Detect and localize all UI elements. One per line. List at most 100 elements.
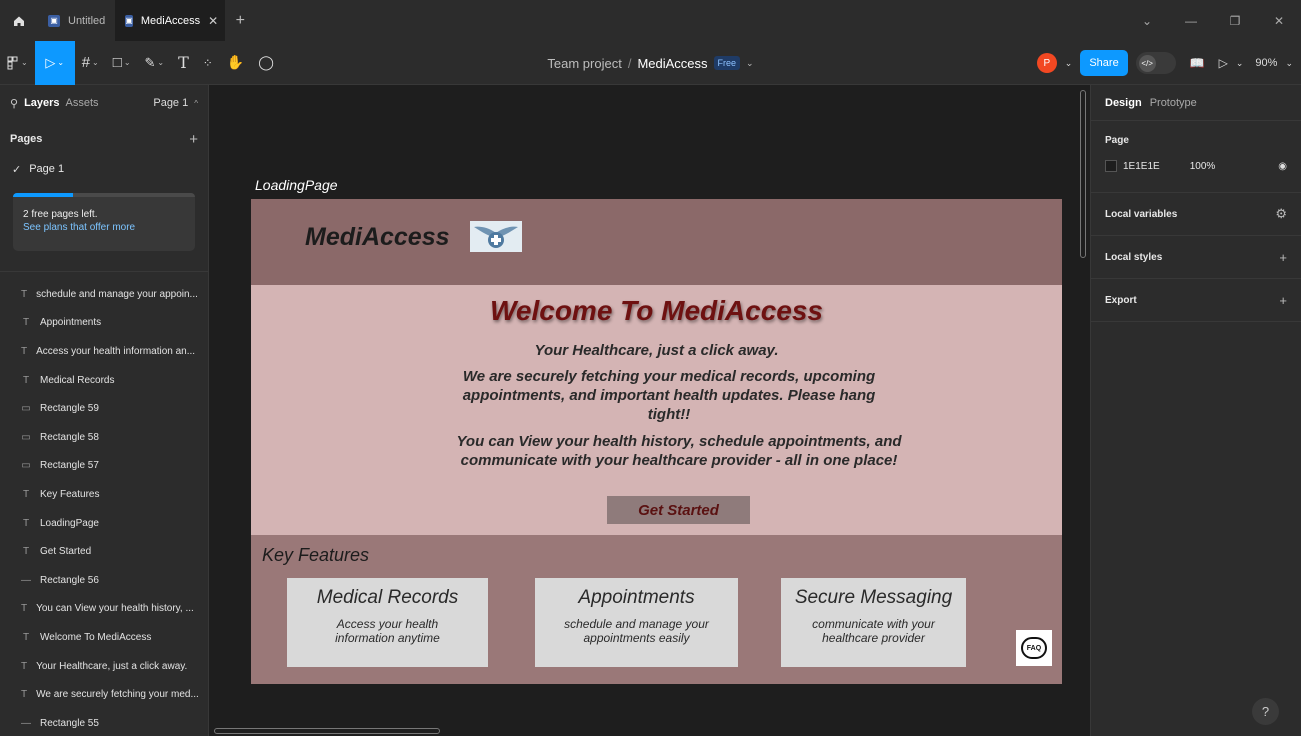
layer-item[interactable]: T Welcome To MediAccess: [0, 623, 208, 652]
new-tab-button[interactable]: +: [225, 12, 255, 30]
frame-tool[interactable]: # ⌄: [75, 41, 106, 85]
file-icon: ▣: [48, 14, 60, 27]
tab-design[interactable]: Design: [1105, 97, 1142, 109]
dev-mode-toggle[interactable]: </>: [1135, 52, 1176, 74]
eye-icon[interactable]: ◉: [1278, 161, 1287, 172]
medical-logo-icon[interactable]: [470, 221, 522, 252]
hero-section[interactable]: Welcome To MediAccess Your Healthcare, j…: [251, 285, 1062, 535]
chevron-down-icon[interactable]: ⌄: [1236, 58, 1244, 69]
layer-item[interactable]: ▭ Rectangle 59: [0, 394, 208, 423]
hand-tool[interactable]: ✋: [220, 41, 251, 85]
chevron-up-icon[interactable]: ^: [194, 99, 198, 108]
brand-name[interactable]: MediAccess: [305, 223, 450, 252]
text-layer-icon: T: [21, 288, 28, 300]
comment-tool[interactable]: ◯: [251, 41, 281, 85]
zoom-level[interactable]: 90%: [1255, 57, 1277, 69]
page-item[interactable]: ✓ Page 1: [0, 157, 208, 181]
layer-item[interactable]: T You can View your health history, ...: [0, 595, 208, 624]
layer-item[interactable]: T Get Started: [0, 537, 208, 566]
figma-menu-icon: [7, 56, 18, 69]
close-tab-icon[interactable]: ✕: [208, 14, 218, 28]
chevron-down-icon[interactable]: ⌄: [1065, 58, 1073, 69]
see-plans-link[interactable]: See plans that offer more: [23, 222, 185, 233]
layer-item[interactable]: T Your Healthcare, just a click away.: [0, 652, 208, 681]
left-panel: ⚲ Layers Assets Page 1 ^ Pages + ✓ Page …: [0, 85, 209, 736]
feature-card-appointments[interactable]: Appointments schedule and manage your ap…: [535, 578, 738, 667]
pages-title: Pages: [10, 133, 43, 145]
feature-card-medical-records[interactable]: Medical Records Access your health infor…: [287, 578, 488, 667]
tab-layers[interactable]: Layers: [24, 97, 59, 109]
layer-item[interactable]: T We are securely fetching your med...: [0, 680, 208, 709]
layer-item[interactable]: T Access your health information an...: [0, 337, 208, 366]
layers-list: Tschedule and manage your appoin... T Appo…: [0, 272, 208, 736]
layer-item[interactable]: T Key Features: [0, 480, 208, 509]
book-icon[interactable]: 📖: [1190, 56, 1205, 70]
avatar[interactable]: P: [1036, 53, 1057, 73]
add-page-button[interactable]: +: [189, 131, 198, 148]
chevron-down-icon[interactable]: ⌄: [1285, 58, 1293, 69]
hero-paragraph-1[interactable]: We are securely fetching your medical re…: [451, 367, 887, 424]
comment-icon: ◯: [258, 54, 274, 70]
background-hex[interactable]: 1E1E1E: [1123, 161, 1160, 172]
chevron-down-icon[interactable]: ⌄: [1125, 14, 1169, 28]
features-section[interactable]: Key Features Medical Records Access your…: [251, 535, 1062, 684]
close-window-icon[interactable]: ✕: [1257, 14, 1301, 28]
pages-header: Pages +: [0, 121, 208, 157]
tab-untitled[interactable]: ▣ Untitled: [38, 0, 115, 41]
page-selector[interactable]: Page 1: [153, 97, 188, 109]
layer-item[interactable]: ▭ Rectangle 57: [0, 452, 208, 481]
layer-item[interactable]: T Medical Records: [0, 366, 208, 395]
home-button[interactable]: [0, 0, 38, 41]
home-icon: [14, 16, 24, 26]
help-button[interactable]: ?: [1252, 698, 1279, 725]
background-opacity[interactable]: 100%: [1190, 161, 1216, 172]
frame-header[interactable]: MediAccess: [251, 199, 1062, 285]
add-export-button[interactable]: +: [1279, 293, 1287, 308]
vertical-scrollbar[interactable]: [1080, 90, 1086, 258]
layer-item[interactable]: T LoadingPage: [0, 509, 208, 538]
layer-item[interactable]: T Appointments: [0, 309, 208, 338]
tab-mediaccess[interactable]: ▣ MediAccess ✕: [115, 0, 226, 41]
layer-label: Medical Records: [40, 374, 115, 386]
share-button[interactable]: Share: [1080, 50, 1128, 76]
loading-page-frame[interactable]: MediAccess Welcome To MediAccess Your He…: [251, 199, 1062, 684]
feature-card-secure-messaging[interactable]: Secure Messaging communicate with your h…: [781, 578, 966, 667]
background-swatch[interactable]: [1105, 160, 1117, 172]
get-started-button[interactable]: Get Started: [607, 496, 750, 524]
features-title[interactable]: Key Features: [262, 545, 369, 566]
layer-item[interactable]: — Rectangle 55: [0, 709, 208, 736]
resources-tool[interactable]: ⁘: [196, 41, 220, 85]
shape-tool[interactable]: □ ⌄: [106, 41, 138, 85]
search-icon[interactable]: ⚲: [10, 97, 18, 110]
local-variables-section[interactable]: Local variables ⚙: [1091, 193, 1301, 236]
minimize-icon[interactable]: —: [1169, 14, 1213, 28]
present-icon[interactable]: ▷: [1219, 56, 1228, 70]
breadcrumb-team[interactable]: Team project: [547, 56, 621, 71]
faq-icon[interactable]: FAQ: [1016, 630, 1052, 666]
hero-subtitle[interactable]: Your Healthcare, just a click away.: [251, 342, 1062, 359]
left-panel-header: ⚲ Layers Assets Page 1 ^: [0, 85, 208, 121]
add-style-button[interactable]: +: [1279, 250, 1287, 265]
tab-prototype[interactable]: Prototype: [1150, 97, 1197, 109]
move-tool[interactable]: ▷ ⌄: [34, 40, 75, 85]
layer-label: Welcome To MediAccess: [40, 631, 152, 643]
tab-assets[interactable]: Assets: [66, 97, 99, 109]
layer-label: LoadingPage: [40, 517, 99, 529]
text-tool[interactable]: T: [171, 41, 196, 85]
breadcrumb-project[interactable]: MediAccess: [637, 56, 707, 71]
hero-paragraph-2[interactable]: You can View your health history, schedu…: [456, 432, 902, 470]
layer-item[interactable]: Tschedule and manage your appoin...: [0, 280, 208, 309]
horizontal-scrollbar[interactable]: [214, 728, 440, 734]
layer-item[interactable]: — Rectangle 56: [0, 566, 208, 595]
frame-label[interactable]: LoadingPage: [255, 177, 338, 193]
layer-label: Your Healthcare, just a click away.: [36, 660, 188, 672]
hero-title[interactable]: Welcome To MediAccess: [251, 295, 1062, 327]
main-menu-button[interactable]: ⌄: [0, 41, 35, 85]
text-layer-icon: T: [22, 631, 30, 643]
sliders-icon[interactable]: ⚙: [1275, 206, 1287, 222]
rectangle-icon: □: [112, 54, 122, 71]
restore-icon[interactable]: ❐: [1213, 14, 1257, 28]
chevron-down-icon[interactable]: ⌄: [746, 58, 754, 69]
layer-item[interactable]: ▭ Rectangle 58: [0, 423, 208, 452]
pen-tool[interactable]: ✎ ⌄: [138, 41, 172, 85]
